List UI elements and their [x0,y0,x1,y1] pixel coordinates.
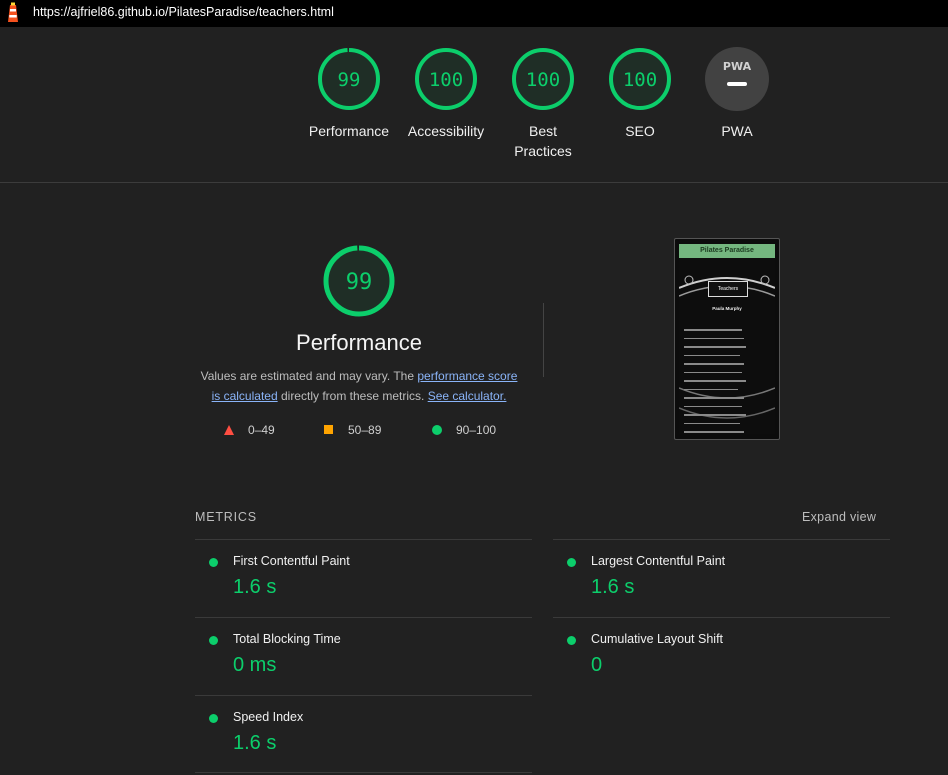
gauge-seo[interactable]: 100 SEO [592,46,688,141]
performance-big-gauge: 99 [323,245,395,317]
average-square-icon [324,425,333,434]
pass-circle-icon [567,636,576,645]
metric-name: Speed Index [233,710,304,724]
metric-value: 1.6 s [233,576,277,598]
pass-circle-icon [209,714,218,723]
best-practices-gauge-ring: 100 [512,48,574,110]
performance-label: Performance [308,123,390,139]
thumbnail-teacher-name: Paula Murphy [712,306,742,311]
fail-triangle-icon [224,425,234,435]
legend-average-label: 50–89 [348,423,382,437]
seo-score: 100 [623,69,657,91]
metric-value: 0 ms [233,654,277,676]
performance-score: 99 [338,69,361,91]
pwa-label: PWA [721,123,753,139]
metric-name: Total Blocking Time [233,632,341,646]
metric-value: 1.6 s [591,576,635,598]
seo-gauge-ring: 100 [609,48,671,110]
metric-speed-index: Speed Index 1.6 s [195,695,532,774]
gauge-pwa[interactable]: PWA PWA [689,46,785,141]
address-bar: https://ajfriel86.github.io/PilatesParad… [0,0,948,27]
performance-gauge-ring: 99 [318,48,380,110]
performance-big-score: 99 [346,270,373,295]
thumbnail-hero-title: Teachers [708,281,748,297]
metric-lcp: Largest Contentful Paint 1.6 s [553,539,890,618]
gauge-accessibility[interactable]: 100 Accessibility [398,46,494,141]
metric-value: 1.6 s [233,732,277,754]
see-calculator-link[interactable]: See calculator. [428,389,507,403]
metric-cls: Cumulative Layout Shift 0 [553,617,890,696]
pass-circle-icon [567,558,576,567]
metric-name: Largest Contentful Paint [591,554,726,568]
page-screenshot-thumbnail[interactable]: Pilates Paradise Teachers Paula Murphy [674,238,780,440]
pwa-badge-text: PWA [723,60,752,73]
pass-circle-icon [209,558,218,567]
desc-text-1: Values are estimated and may vary. The [200,369,418,383]
performance-description: Values are estimated and may vary. The p… [196,366,522,406]
desc-text-2: directly from these metrics. [277,389,428,403]
legend-pass-label: 90–100 [456,423,497,437]
accessibility-score: 100 [429,69,463,91]
pass-circle-icon [432,425,442,435]
expand-view-button[interactable]: Expand view [802,510,876,524]
lighthouse-icon [8,2,18,22]
gauge-best-practices[interactable]: 100 Best Practices [495,46,591,161]
gauge-performance[interactable]: 99 Performance [301,46,397,141]
best-practices-label: Best Practices [514,123,572,159]
metric-value: 0 [591,654,603,676]
metrics-header: METRICS [195,510,257,524]
metric-name: Cumulative Layout Shift [591,632,724,646]
pwa-icon: PWA [705,47,769,111]
metric-fcp: First Contentful Paint 1.6 s [195,539,532,618]
accessibility-gauge-ring: 100 [415,48,477,110]
metric-name: First Contentful Paint [233,554,350,568]
seo-label: SEO [625,123,655,139]
section-divider [0,182,948,183]
thumbnail-body-text [684,329,748,439]
page-url[interactable]: https://ajfriel86.github.io/PilatesParad… [33,5,334,19]
accessibility-label: Accessibility [407,123,485,139]
best-practices-score: 100 [526,69,560,91]
performance-heading: Performance [296,330,422,355]
category-gauges: 99 Performance 100 Accessibility 100 Bes… [0,46,948,166]
pass-circle-icon [209,636,218,645]
thumbnail-header: Pilates Paradise [679,244,775,258]
vertical-separator [543,303,544,377]
metrics-bottom-border [195,772,532,773]
metric-tbt: Total Blocking Time 0 ms [195,617,532,696]
legend-fail-label: 0–49 [248,423,275,437]
